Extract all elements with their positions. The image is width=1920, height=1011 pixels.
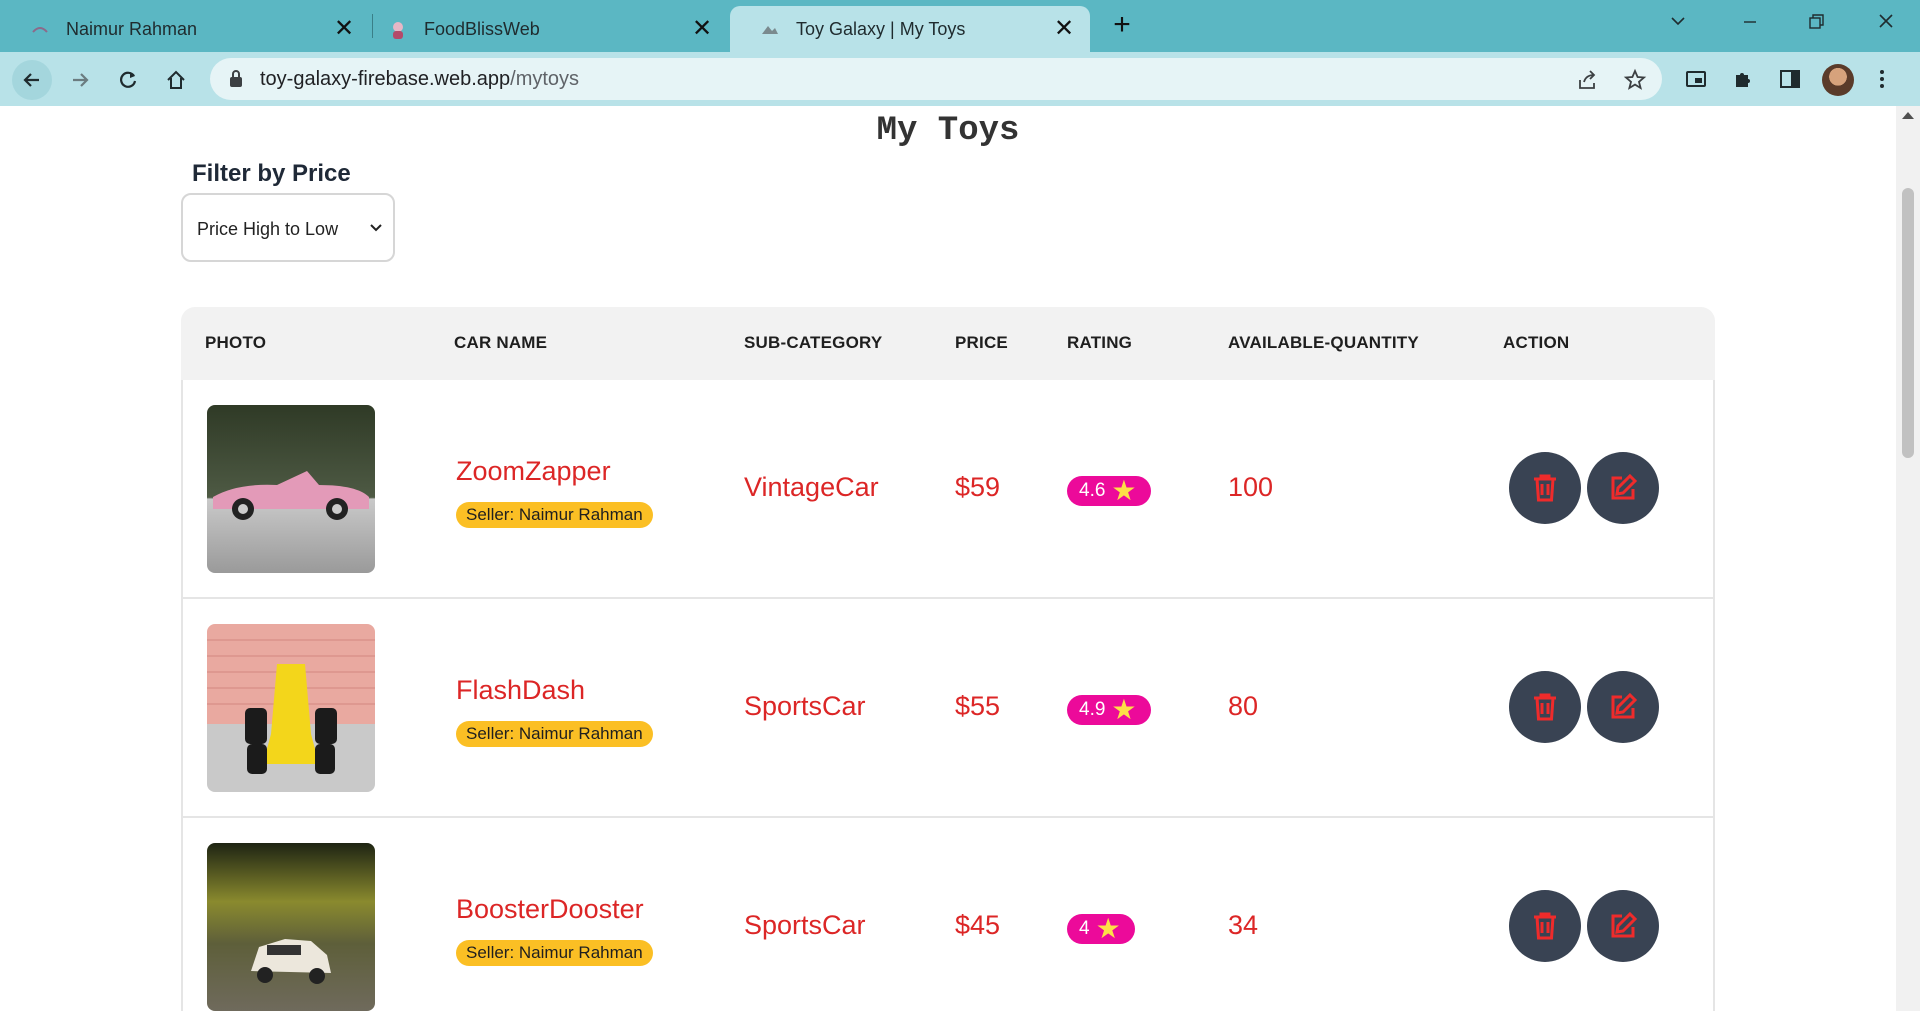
toy-name: ZoomZapper — [456, 456, 611, 486]
home-button[interactable] — [156, 60, 196, 100]
edit-icon — [1611, 911, 1638, 938]
tab-foodblissweb[interactable]: FoodBlissWeb ✕ — [374, 6, 728, 52]
rating-value: 4.6 — [1079, 480, 1106, 501]
menu-dots-icon[interactable] — [1874, 67, 1890, 91]
toy-sub-category: SportsCar — [744, 910, 866, 940]
browser-toolbar: toy-galaxy-firebase.web.app/mytoys — [0, 52, 1920, 106]
table-header: PHOTO CAR NAME SUB-CATEGORY PRICE RATING… — [181, 307, 1715, 380]
toy-name: BoosterDooster — [456, 894, 644, 924]
back-arrow-icon — [23, 73, 39, 87]
back-button[interactable] — [12, 60, 52, 100]
scroll-up-arrow-icon[interactable] — [1902, 112, 1914, 119]
delete-button[interactable] — [1509, 890, 1581, 962]
address-bar[interactable]: toy-galaxy-firebase.web.app/mytoys — [210, 58, 1662, 100]
home-icon — [167, 70, 185, 89]
lock-icon[interactable] — [228, 69, 244, 89]
edit-button[interactable] — [1587, 452, 1659, 524]
star-icon: ★ — [1095, 913, 1121, 944]
toy-photo — [207, 624, 375, 792]
page-viewport: My Toys Filter by Price Price High to Lo… — [0, 106, 1896, 1011]
tab-favicon-icon — [32, 27, 48, 33]
star-bookmark-icon[interactable] — [1623, 68, 1647, 92]
rating-value: 4.9 — [1079, 699, 1106, 720]
rating-badge: 4 ★ — [1067, 914, 1135, 944]
header-price: PRICE — [955, 333, 1008, 352]
edit-button[interactable] — [1587, 671, 1659, 743]
tab-close-icon[interactable]: ✕ — [1050, 15, 1078, 43]
tab-title: Toy Galaxy | My Toys — [796, 19, 966, 39]
toy-photo — [207, 405, 375, 573]
close-window-icon[interactable] — [1858, 0, 1914, 44]
reload-button[interactable] — [108, 60, 148, 100]
toy-photo — [207, 843, 375, 1011]
header-action: ACTION — [1503, 333, 1570, 352]
toy-quantity: 100 — [1228, 472, 1274, 502]
rating-badge: 4.6 ★ — [1067, 476, 1151, 506]
delete-button[interactable] — [1509, 452, 1581, 524]
tab-separator — [372, 14, 373, 38]
new-tab-button[interactable]: + — [1104, 8, 1140, 44]
tab-favicon-icon — [393, 22, 403, 39]
rating-value: 4 — [1079, 918, 1090, 939]
trash-icon — [1534, 474, 1556, 502]
profile-avatar[interactable] — [1822, 64, 1854, 96]
seller-badge: Seller: Naimur Rahman — [456, 721, 653, 747]
toy-quantity: 80 — [1228, 691, 1259, 721]
tab-close-icon[interactable]: ✕ — [688, 15, 716, 43]
price-filter-select[interactable]: Price High to Low — [181, 193, 395, 262]
seller-badge: Seller: Naimur Rahman — [456, 940, 653, 966]
toy-price: $45 — [955, 910, 1001, 940]
scrollbar-thumb[interactable] — [1902, 188, 1914, 458]
table-row: BoosterDooster Seller: Naimur Rahman Spo… — [181, 818, 1715, 1011]
tab-title: Naimur Rahman — [66, 19, 198, 39]
star-icon: ★ — [1111, 475, 1137, 506]
table-row: FlashDash Seller: Naimur Rahman SportsCa… — [181, 599, 1715, 818]
minimize-icon[interactable] — [1722, 0, 1778, 44]
forward-button[interactable] — [60, 60, 100, 100]
trash-icon — [1534, 912, 1556, 940]
filter-label: Filter by Price — [192, 160, 351, 187]
delete-button[interactable] — [1509, 671, 1581, 743]
tab-close-icon[interactable]: ✕ — [330, 15, 358, 43]
rating-badge: 4.9 ★ — [1067, 695, 1151, 725]
header-available-quantity: AVAILABLE-QUANTITY — [1228, 333, 1419, 352]
picture-in-picture-icon[interactable] — [1684, 67, 1708, 91]
forward-arrow-icon — [73, 73, 89, 87]
price-filter-value: Price High to Low — [197, 219, 339, 239]
toy-quantity: 34 — [1228, 910, 1259, 940]
edit-icon — [1611, 692, 1638, 719]
toy-sub-category: SportsCar — [744, 691, 866, 721]
header-car-name: CAR NAME — [454, 333, 548, 352]
toy-price: $55 — [955, 691, 1001, 721]
tab-favicon-icon — [762, 26, 778, 34]
header-photo: PHOTO — [205, 333, 267, 352]
browser-tab-bar: Naimur Rahman ✕ FoodBlissWeb ✕ Toy Galax… — [0, 0, 1920, 52]
header-sub-category: SUB-CATEGORY — [744, 333, 883, 352]
edit-icon — [1611, 473, 1638, 500]
table-row: ZoomZapper Seller: Naimur Rahman Vintage… — [181, 380, 1715, 599]
toy-price: $59 — [955, 472, 1001, 502]
tab-search-chevron-icon[interactable] — [1650, 0, 1706, 44]
chevron-down-icon — [370, 224, 382, 232]
restore-icon[interactable] — [1788, 0, 1844, 44]
tab-toy-galaxy[interactable]: Toy Galaxy | My Toys ✕ — [730, 6, 1090, 52]
toys-table: PHOTO CAR NAME SUB-CATEGORY PRICE RATING… — [181, 307, 1715, 1011]
url-text: toy-galaxy-firebase.web.app/mytoys — [260, 68, 580, 90]
share-icon[interactable] — [1576, 68, 1600, 92]
star-icon: ★ — [1111, 694, 1137, 725]
trash-icon — [1534, 693, 1556, 721]
tab-naimur-rahman[interactable]: Naimur Rahman ✕ — [0, 6, 370, 52]
page-scrollbar[interactable] — [1896, 106, 1920, 1011]
side-panel-icon[interactable] — [1778, 67, 1802, 91]
reload-icon — [120, 71, 137, 88]
toy-name: FlashDash — [456, 675, 586, 705]
seller-badge: Seller: Naimur Rahman — [456, 502, 653, 528]
page-title: My Toys — [876, 112, 1020, 150]
header-rating: RATING — [1067, 333, 1133, 352]
toy-sub-category: VintageCar — [744, 472, 879, 502]
edit-button[interactable] — [1587, 890, 1659, 962]
tab-title: FoodBlissWeb — [424, 19, 540, 39]
extensions-icon[interactable] — [1731, 67, 1755, 91]
